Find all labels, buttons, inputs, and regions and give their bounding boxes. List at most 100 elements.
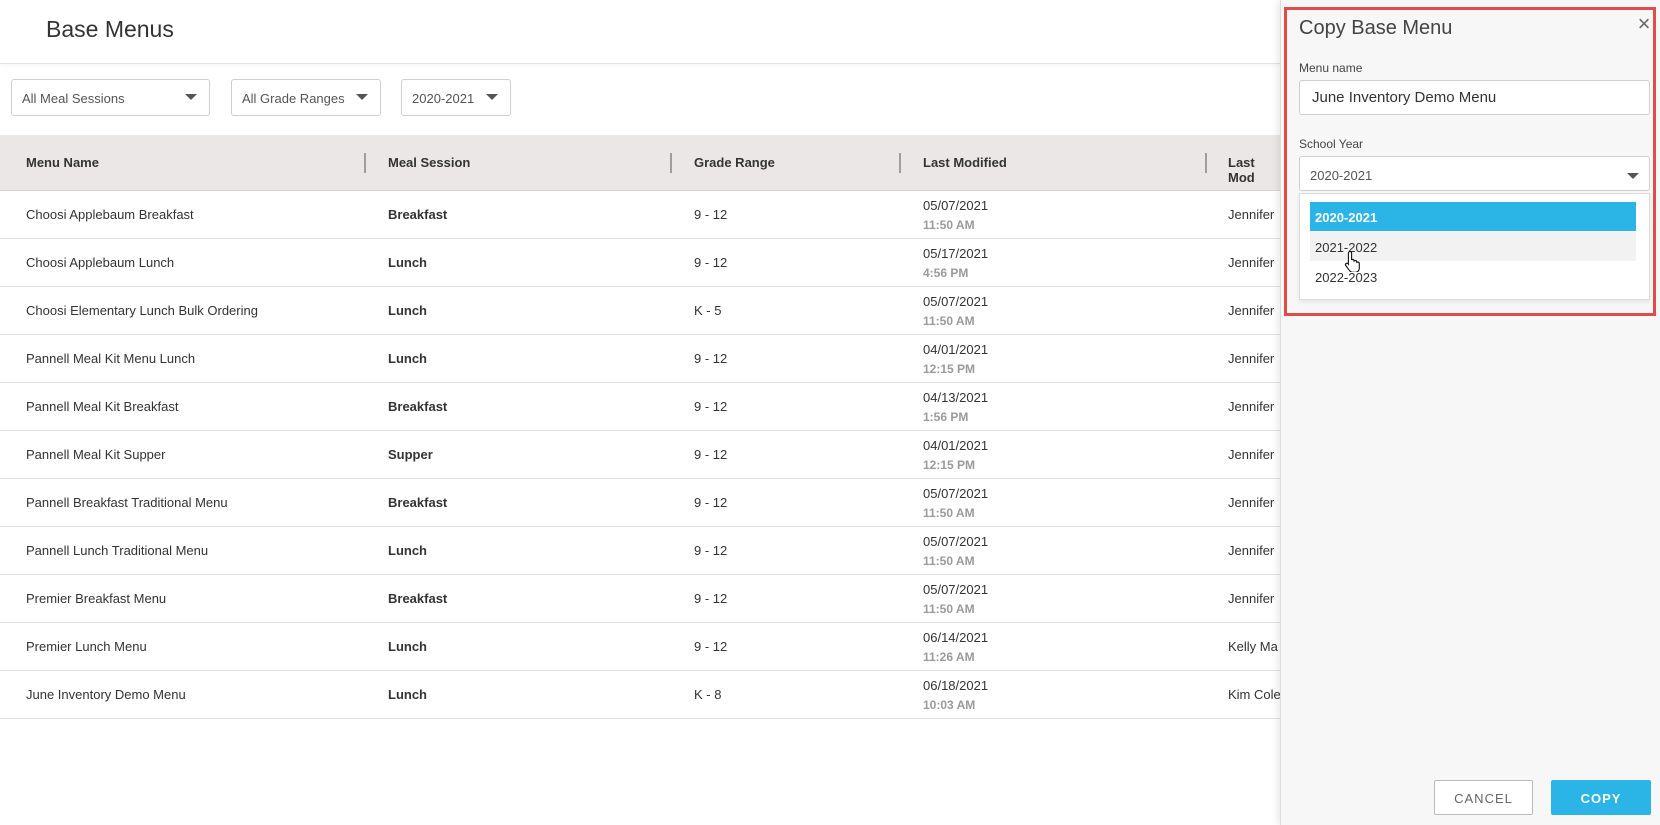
last-modified-by-cell: Jennifer xyxy=(1228,255,1275,270)
column-resize-handle[interactable] xyxy=(1205,153,1207,173)
column-last-modified[interactable]: Last Modified xyxy=(923,155,1007,170)
last-modified-time-cell: 11:50 AM xyxy=(923,218,975,232)
column-last-modified-by[interactable]: Last Mod xyxy=(1228,155,1280,185)
last-modified-date-cell: 05/07/2021 xyxy=(923,294,989,309)
menu-name-label: Menu name xyxy=(1299,61,1363,75)
last-modified-date-cell: 05/07/2021 xyxy=(923,534,989,549)
menu-name-cell: Choosi Elementary Lunch Bulk Ordering xyxy=(26,303,258,318)
menu-name-cell: Premier Lunch Menu xyxy=(26,639,147,654)
grade-range-cell: 9 - 12 xyxy=(694,255,728,270)
meal-session-cell: Breakfast xyxy=(388,207,448,222)
last-modified-date-cell: 06/14/2021 xyxy=(923,630,989,645)
base-menus-table: Menu Name Meal Session Grade Range Last … xyxy=(0,135,1281,719)
column-menu-name[interactable]: Menu Name xyxy=(26,155,99,170)
panel-title: Copy Base Menu xyxy=(1299,17,1453,39)
table-row[interactable]: Pannell Breakfast Traditional Menu Breakf… xyxy=(0,479,1280,527)
grade-range-cell: 9 - 12 xyxy=(694,399,728,414)
grade-range-filter[interactable]: All Grade Ranges xyxy=(231,79,381,116)
meal-session-cell: Breakfast xyxy=(388,495,448,510)
last-modified-time-cell: 11:26 AM xyxy=(923,650,975,664)
school-year-dropdown: 2020-2021 2021-2022 2022-2023 xyxy=(1299,193,1650,300)
meal-session-cell: Supper xyxy=(388,447,433,462)
last-modified-date-cell: 05/07/2021 xyxy=(923,486,989,501)
meal-session-cell: Breakfast xyxy=(388,591,448,606)
grade-range-cell: 9 - 12 xyxy=(694,447,728,462)
last-modified-date-cell: 04/01/2021 xyxy=(923,342,989,357)
menu-name-cell: June Inventory Demo Menu xyxy=(26,687,186,702)
meal-session-cell: Lunch xyxy=(388,543,427,558)
last-modified-date-cell: 05/17/2021 xyxy=(923,246,989,261)
table-row[interactable]: Choosi Applebaum Lunch Lunch 9 - 12 05/17/2… xyxy=(0,239,1280,287)
grade-range-cell: K - 8 xyxy=(694,687,722,702)
last-modified-time-cell: 11:50 AM xyxy=(923,314,975,328)
page-header: Base Menus xyxy=(0,0,1280,64)
grade-range-cell: 9 - 12 xyxy=(694,495,728,510)
grade-range-cell: 9 - 12 xyxy=(694,591,728,606)
meal-session-cell: Lunch xyxy=(388,687,427,702)
table-row[interactable]: Pannell Lunch Traditional Menu Lunch 9 - 1… xyxy=(0,527,1280,575)
grade-range-cell: 9 - 12 xyxy=(694,543,728,558)
column-resize-handle[interactable] xyxy=(670,153,672,173)
table-row[interactable]: Pannell Meal Kit Breakfast Breakfast 9 - 1… xyxy=(0,383,1280,431)
table-row[interactable]: Premier Lunch Menu Lunch 9 - 12 06/14/2021 1… xyxy=(0,623,1280,671)
meal-session-cell: Breakfast xyxy=(388,399,448,414)
school-year-select[interactable]: 2020-2021 xyxy=(1299,156,1650,191)
last-modified-date-cell: 04/13/2021 xyxy=(923,390,989,405)
column-meal-session[interactable]: Meal Session xyxy=(388,155,470,170)
meal-session-cell: Lunch xyxy=(388,303,427,318)
last-modified-time-cell: 11:50 AM xyxy=(923,506,975,520)
table-row[interactable]: Choosi Applebaum Breakfast Breakfast 9 - 1… xyxy=(0,191,1280,239)
last-modified-by-cell: Kim Cole xyxy=(1228,687,1281,702)
meal-session-cell: Lunch xyxy=(388,255,427,270)
menu-name-cell: Pannell Lunch Traditional Menu xyxy=(26,543,209,558)
last-modified-by-cell: Jennifer xyxy=(1228,351,1275,366)
column-resize-handle[interactable] xyxy=(899,153,901,173)
hand-cursor-icon xyxy=(1344,250,1360,272)
column-grade-range[interactable]: Grade Range xyxy=(694,155,775,170)
grade-range-cell: 9 - 12 xyxy=(694,207,728,222)
menu-name-cell: Premier Breakfast Menu xyxy=(26,591,167,606)
meal-session-filter-value: All Meal Sessions xyxy=(22,91,125,106)
table-row[interactable]: Pannell Meal Kit Menu Lunch Lunch 9 - 12 04… xyxy=(0,335,1280,383)
last-modified-by-cell: Jennifer xyxy=(1228,399,1275,414)
last-modified-time-cell: 1:56 PM xyxy=(923,410,969,424)
table-header: Menu Name Meal Session Grade Range Last … xyxy=(0,135,1280,191)
grade-range-filter-value: All Grade Ranges xyxy=(242,91,345,106)
menu-name-cell: Pannell Meal Kit Supper xyxy=(26,447,166,462)
menu-name-cell: Choosi Applebaum Lunch xyxy=(26,255,175,270)
table-row[interactable]: Pannell Meal Kit Supper Supper 9 - 12 04/01… xyxy=(0,431,1280,479)
chevron-down-icon xyxy=(486,94,498,100)
last-modified-by-cell: Jennifer xyxy=(1228,495,1275,510)
meal-session-filter[interactable]: All Meal Sessions xyxy=(11,79,210,116)
page-title: Base Menus xyxy=(46,16,174,42)
school-year-filter[interactable]: 2020-2021 xyxy=(401,79,511,116)
school-year-option[interactable]: 2020-2021 xyxy=(1310,202,1636,231)
last-modified-date-cell: 06/18/2021 xyxy=(923,678,989,693)
last-modified-date-cell: 05/07/2021 xyxy=(923,582,989,597)
close-icon[interactable]: × xyxy=(1634,13,1654,35)
copy-button[interactable]: COPY xyxy=(1551,780,1651,815)
menu-name-cell: Pannell Breakfast Traditional Menu xyxy=(26,495,228,510)
last-modified-by-cell: Jennifer xyxy=(1228,591,1275,606)
last-modified-time-cell: 12:15 PM xyxy=(923,458,976,472)
grade-range-cell: 9 - 12 xyxy=(694,639,728,654)
last-modified-by-cell: Jennifer xyxy=(1228,543,1275,558)
last-modified-time-cell: 10:03 AM xyxy=(923,698,976,712)
meal-session-cell: Lunch xyxy=(388,351,427,366)
table-row[interactable]: June Inventory Demo Menu Lunch K - 8 06/18/… xyxy=(0,671,1281,719)
table-row[interactable]: Choosi Elementary Lunch Bulk Ordering Lun… xyxy=(0,287,1280,335)
last-modified-by-cell: Jennifer xyxy=(1228,207,1275,222)
table-row[interactable]: Premier Breakfast Menu Breakfast 9 - 12 05/… xyxy=(0,575,1280,623)
meal-session-cell: Lunch xyxy=(388,639,427,654)
last-modified-time-cell: 11:50 AM xyxy=(923,602,975,616)
menu-name-cell: Choosi Applebaum Breakfast xyxy=(26,207,194,222)
chevron-down-icon xyxy=(356,94,368,100)
menu-name-input[interactable] xyxy=(1299,80,1650,115)
last-modified-date-cell: 05/07/2021 xyxy=(923,198,989,213)
school-year-filter-value: 2020-2021 xyxy=(412,91,475,106)
last-modified-time-cell: 4:56 PM xyxy=(923,266,969,280)
column-resize-handle[interactable] xyxy=(364,153,366,173)
cancel-button[interactable]: CANCEL xyxy=(1434,780,1533,815)
school-year-label: School Year xyxy=(1299,137,1364,151)
grade-range-cell: K - 5 xyxy=(694,303,722,318)
